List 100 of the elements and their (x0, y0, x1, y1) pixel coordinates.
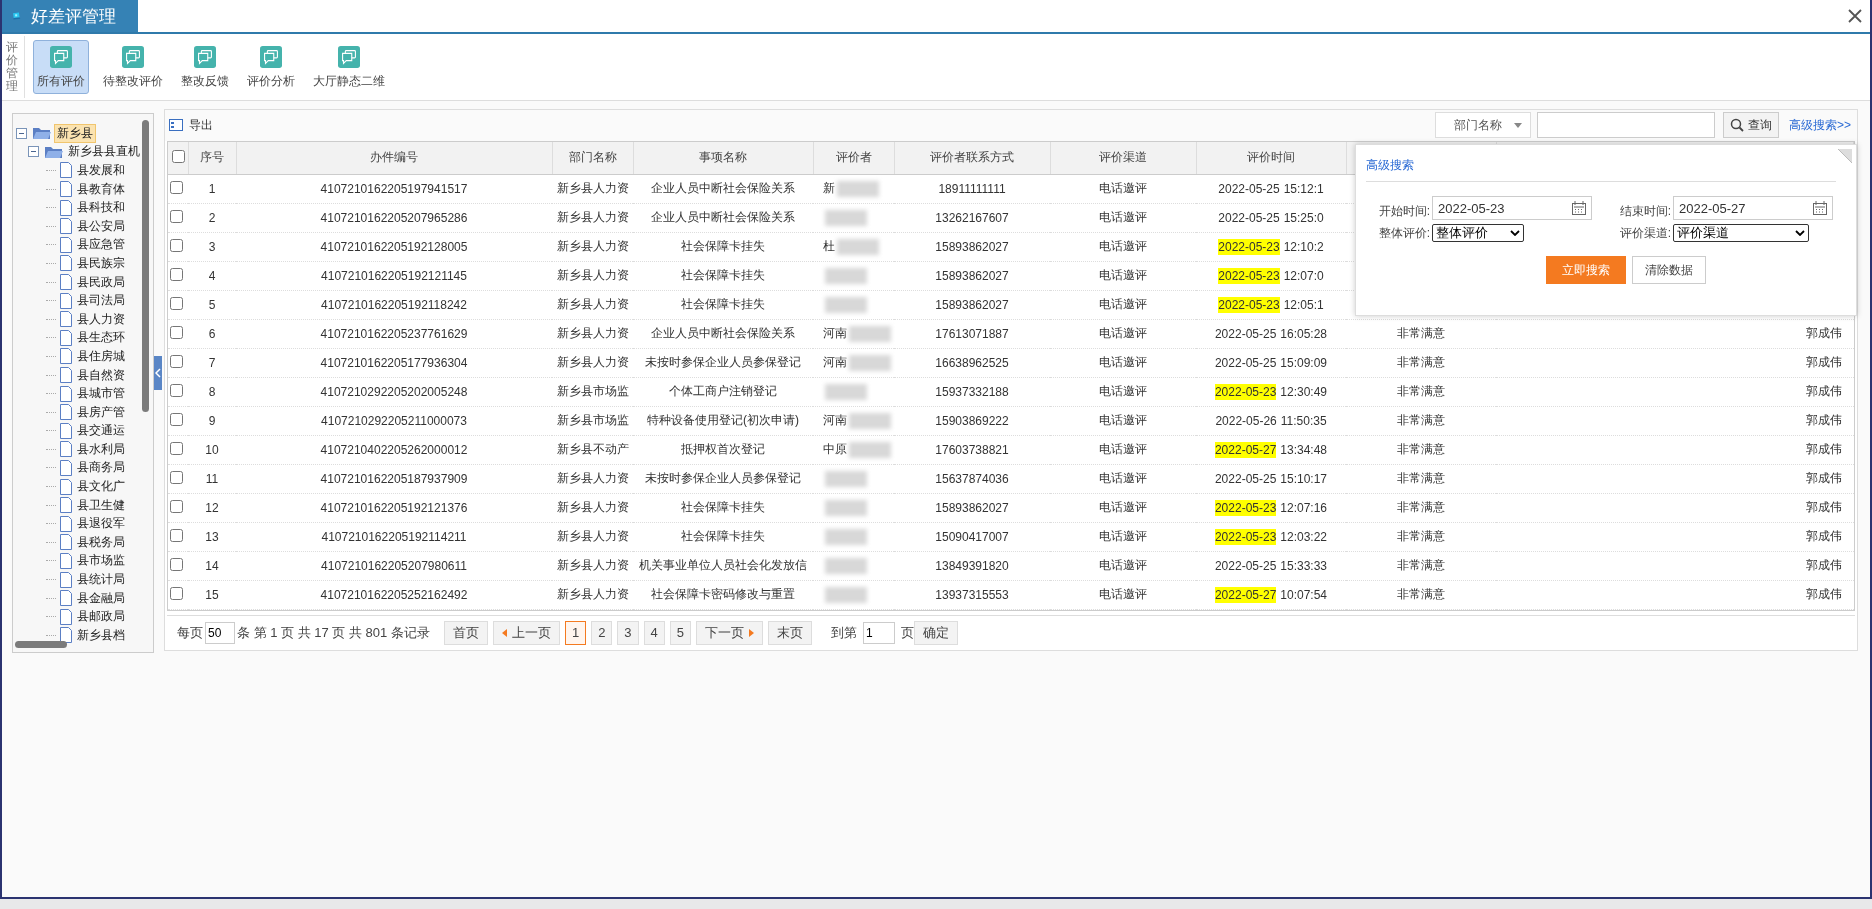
table-cell: 12:03:22 (1280, 529, 1328, 544)
tree-item[interactable]: 县自然资 (75, 366, 127, 384)
page-size-field[interactable]: 50 (205, 621, 235, 644)
panel-title: 高级搜索 (1366, 157, 1836, 182)
clear-data-button[interactable]: 清除数据 (1632, 256, 1706, 284)
document-icon (59, 181, 73, 198)
tree-item[interactable]: 县住房城 (75, 347, 127, 365)
table-cell: 2022-05-25 (1214, 557, 1277, 574)
select-all-checkbox[interactable] (172, 149, 186, 163)
table-cell: 15893862027 (894, 232, 1050, 262)
scrollbar[interactable] (15, 641, 67, 648)
tree-item[interactable]: 县统计局 (75, 571, 127, 589)
row-checkbox[interactable] (170, 325, 183, 339)
search-field[interactable] (1537, 112, 1715, 139)
table-cell: 16638962525 (894, 348, 1050, 378)
redaction-blur (825, 557, 867, 574)
row-checkbox[interactable] (170, 238, 183, 252)
tree-item[interactable]: 县民族宗 (75, 254, 127, 272)
table-cell: 4107210162205192114211 (236, 522, 552, 552)
tree-item[interactable]: 县商务局 (75, 459, 127, 477)
table-cell: 2022-05-23 (1218, 296, 1280, 313)
table-cell: 特种设备使用登记(初次申请) (633, 406, 813, 436)
previous-page-button[interactable]: 上一页 (492, 620, 560, 645)
page-button[interactable]: 2 (591, 620, 613, 645)
select-field[interactable]: 整体评价 (1432, 224, 1524, 242)
tree-item[interactable]: 新乡县档 (75, 626, 127, 644)
advanced-search-link[interactable]: 高级搜索>> (1789, 116, 1851, 134)
row-checkbox[interactable] (170, 296, 183, 310)
tree-item[interactable]: 县交通运 (75, 422, 127, 440)
tree-item[interactable]: 新乡县 (54, 123, 96, 143)
tree-item[interactable]: 县水利局 (75, 440, 127, 458)
filter-dropdown[interactable]: 部门名称 (1435, 112, 1531, 139)
row-checkbox[interactable] (170, 528, 183, 542)
table-cell: 15637874036 (894, 464, 1050, 494)
page-button[interactable]: 3 (617, 620, 639, 645)
row-checkbox[interactable] (170, 209, 183, 223)
column-header: 评价者联系方式 (894, 141, 1050, 175)
redaction-blur (825, 296, 867, 313)
tree-item[interactable]: 县民政局 (75, 273, 127, 291)
tree-item[interactable]: 县市场监 (75, 552, 127, 570)
toolbar-button[interactable]: 大厅静态二维 (309, 40, 389, 94)
tree-item[interactable]: 县科技和 (75, 199, 127, 217)
toolbar-button[interactable]: 评价分析 (243, 40, 299, 94)
last-page-button[interactable]: 末页 (768, 620, 813, 645)
table-cell: 2022-05-23 (1214, 383, 1277, 400)
tree-item[interactable]: 县教育体 (75, 180, 127, 198)
row-checkbox[interactable] (170, 499, 183, 513)
page-button[interactable]: 5 (669, 620, 692, 645)
date-field[interactable]: 2022-05-23 (1432, 196, 1592, 220)
table-cell: 11 (188, 464, 236, 494)
row-checkbox[interactable] (170, 354, 183, 368)
scrollbar[interactable] (142, 120, 149, 412)
table-cell: 社会保障卡挂失 (633, 290, 813, 320)
tree-item[interactable]: 县文化广 (75, 478, 127, 496)
toolbar-button[interactable]: 所有评价 (33, 40, 89, 94)
tree-item[interactable]: 县税务局 (75, 533, 127, 551)
toolbar-button[interactable]: 待整改评价 (99, 40, 167, 94)
row-checkbox[interactable] (170, 412, 183, 426)
search-button[interactable]: 查询 (1723, 112, 1779, 139)
table-cell: 新乡县人力资 (552, 522, 633, 552)
date-field[interactable]: 2022-05-27 (1673, 196, 1833, 220)
toolbar-button[interactable]: 整改反馈 (177, 40, 233, 94)
tree-item[interactable]: 县卫生健 (75, 496, 127, 514)
folder-icon (44, 144, 64, 159)
table-cell: 5 (188, 290, 236, 320)
page-button[interactable]: 4 (643, 620, 665, 645)
table-cell: 电话邀评 (1050, 319, 1196, 349)
row-checkbox[interactable] (170, 586, 183, 600)
tree-item[interactable]: 县发展和 (75, 162, 127, 179)
first-page-button[interactable]: 首页 (443, 620, 488, 645)
tree-item[interactable]: 县司法局 (75, 292, 127, 310)
tree-item[interactable]: 县城市管 (75, 385, 127, 403)
tree-item[interactable]: 县邮政局 (75, 608, 127, 626)
tree-item[interactable]: 县生态环 (75, 329, 127, 347)
next-page-button[interactable]: 下一页 (696, 620, 764, 645)
tree-item[interactable]: 县金融局 (75, 589, 127, 607)
row-checkbox[interactable] (170, 180, 183, 194)
confirm-button[interactable]: 确定 (914, 620, 959, 645)
row-checkbox[interactable] (170, 267, 183, 281)
row-checkbox[interactable] (170, 383, 183, 397)
export-button[interactable]: 导出 (169, 116, 213, 134)
table-cell: 河南 (823, 354, 847, 372)
tree-item[interactable]: 县应急管 (75, 236, 127, 254)
tree-toggle[interactable] (28, 146, 39, 158)
row-checkbox[interactable] (170, 470, 183, 484)
table-cell: 17603738821 (894, 435, 1050, 465)
page-number-field[interactable]: 1 (863, 621, 896, 644)
tree-item[interactable]: 县房产管 (75, 403, 127, 421)
collapse-handle[interactable] (154, 356, 162, 390)
tree-item[interactable]: 县公安局 (75, 217, 127, 235)
row-checkbox[interactable] (170, 557, 183, 571)
row-checkbox[interactable] (170, 441, 183, 455)
tree-toggle[interactable] (16, 127, 27, 139)
table-cell: 12 (188, 493, 236, 523)
tree-item[interactable]: 县人力资 (75, 310, 127, 328)
calendar-icon (1813, 201, 1827, 215)
page-button[interactable]: 1 (564, 620, 587, 645)
tree-item[interactable]: 县退役军 (75, 515, 127, 533)
select-field[interactable]: 评价渠道 (1673, 224, 1809, 242)
tree-item[interactable]: 新乡县县直机 (66, 143, 142, 161)
